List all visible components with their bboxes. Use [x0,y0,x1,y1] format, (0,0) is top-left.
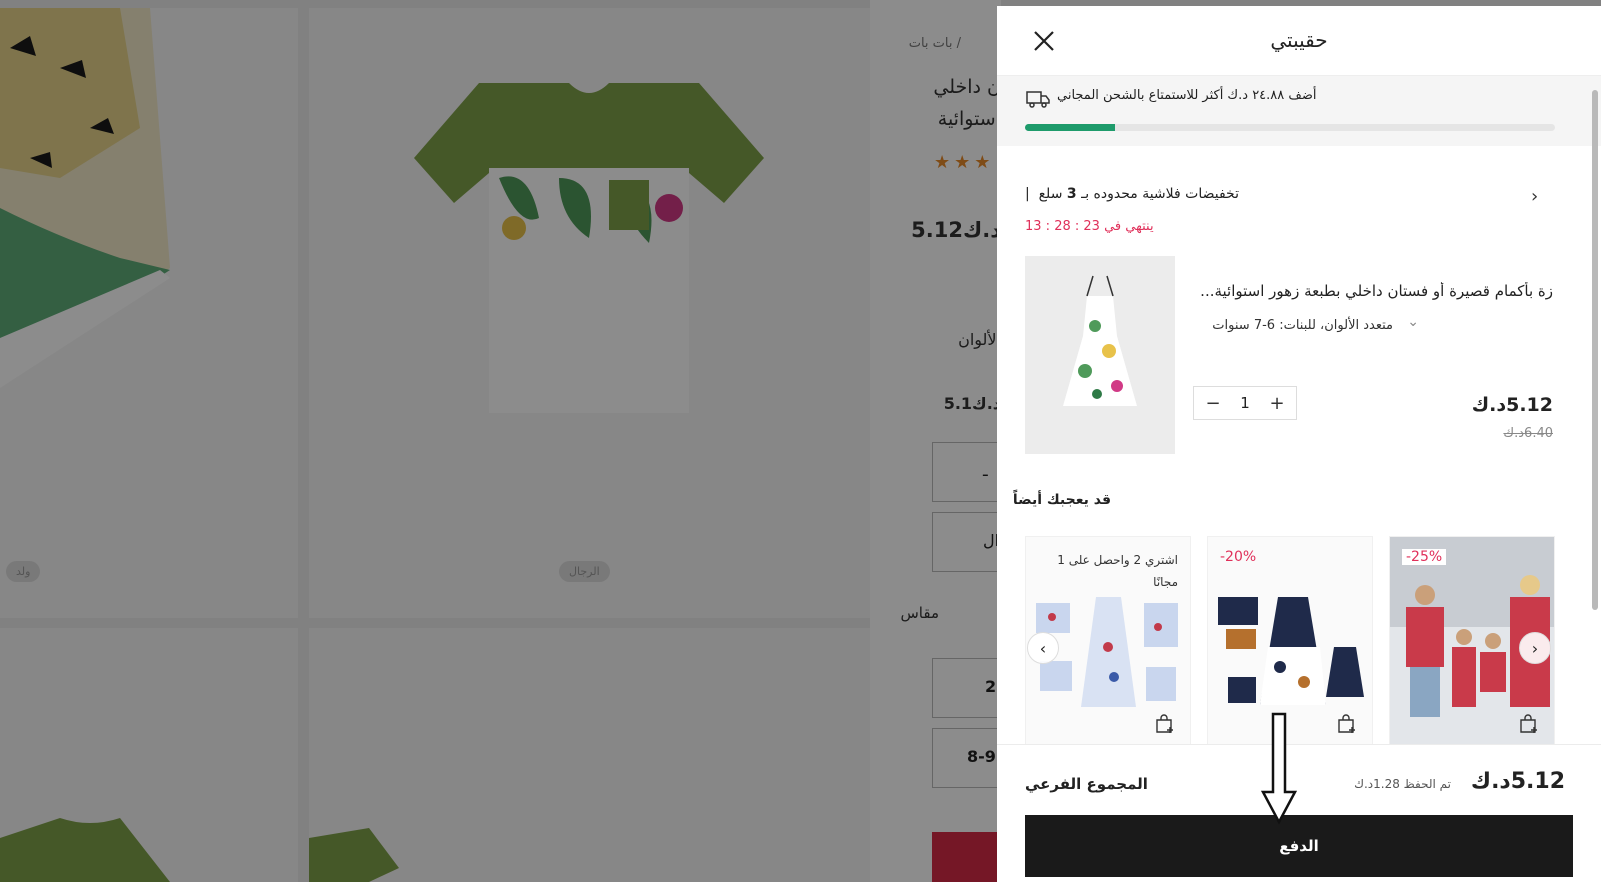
carousel-prev-button[interactable]: ‹ [1027,632,1059,664]
free-shipping-banner: أضف ٢٤.٨٨ د.ك أكثر للاستمتاع بالشحن المج… [997,76,1601,146]
cart-item-price: 5.12د.ك [1471,394,1553,416]
minus-button[interactable]: − [1204,393,1222,414]
add-to-bag-icon[interactable] [1154,713,1176,735]
cart-item-old-price: 6.40د.ك [1503,426,1553,441]
floral-dress-image [1063,275,1137,406]
shipping-progress-fill [1025,124,1116,131]
plus-button[interactable]: + [1268,393,1286,414]
flash-countdown: ينتهي في 23 : 28 : 13 [1025,219,1154,234]
saved-amount: تم الحفظ 1.28د.ك [1354,777,1451,791]
recommendation-carousel: اشتري 2 واحصل على 1 مجانًا -20% -25% ‹ › [1025,536,1585,746]
cart-item-image[interactable] [1025,256,1175,454]
drawer-header: حقيبتي [997,6,1601,76]
drawer-title: حقيبتي [1270,28,1328,52]
carousel-next-button[interactable]: › [1519,632,1551,664]
recommendations-title: قد يعجبك أيضاً [1012,492,1111,508]
free-shipping-text: أضف ٢٤.٨٨ د.ك أكثر للاستمتاع بالشحن المج… [1057,88,1317,103]
add-to-bag-icon[interactable] [1336,713,1358,735]
chevron-down-icon[interactable]: ⌄ [1407,314,1419,330]
subtotal-value: 5.12د.ك [1470,769,1565,794]
scrollbar-thumb[interactable] [1592,90,1598,610]
annotation-arrow-icon [1260,712,1298,825]
quantity-stepper: − 1 + [1193,386,1297,420]
cart-drawer: حقيبتي أضف ٢٤.٨٨ د.ك أكثر للاستمتاع بالش… [997,6,1601,882]
discount-badge: -25% [1402,549,1447,565]
flash-sale-text: تخفيضات فلاشية محدوده بـ 3 سلع | [1024,186,1239,202]
add-to-bag-icon[interactable] [1518,713,1540,735]
cart-item-title[interactable]: زة بأكمام قصيرة أو فستان داخلي بطبعة زهو… [1173,282,1553,300]
checkout-button[interactable]: الدفع [1025,815,1573,877]
quantity-value[interactable]: 1 [1240,394,1250,412]
cart-footer: المجموع الفرعي تم الحفظ 1.28د.ك 5.12د.ك … [997,744,1601,882]
page: ولد الرجال بات بات / ن داخلي استوائية 5.… [0,0,1601,882]
cart-item: زة بأكمام قصيرة أو فستان داخلي بطبعة زهو… [997,254,1601,454]
flash-sale-row[interactable]: › تخفيضات فلاشية محدوده بـ 3 سلع | ينتهي… [997,146,1601,234]
truck-icon [1026,91,1050,108]
cart-item-variant[interactable]: متعدد الألوان، للبنات: 6-7 سنوات [1212,318,1393,333]
shipping-progress-bar [1025,124,1555,131]
chevron-right-icon[interactable]: › [1531,186,1538,207]
subtotal-label: المجموع الفرعي [1025,775,1148,793]
